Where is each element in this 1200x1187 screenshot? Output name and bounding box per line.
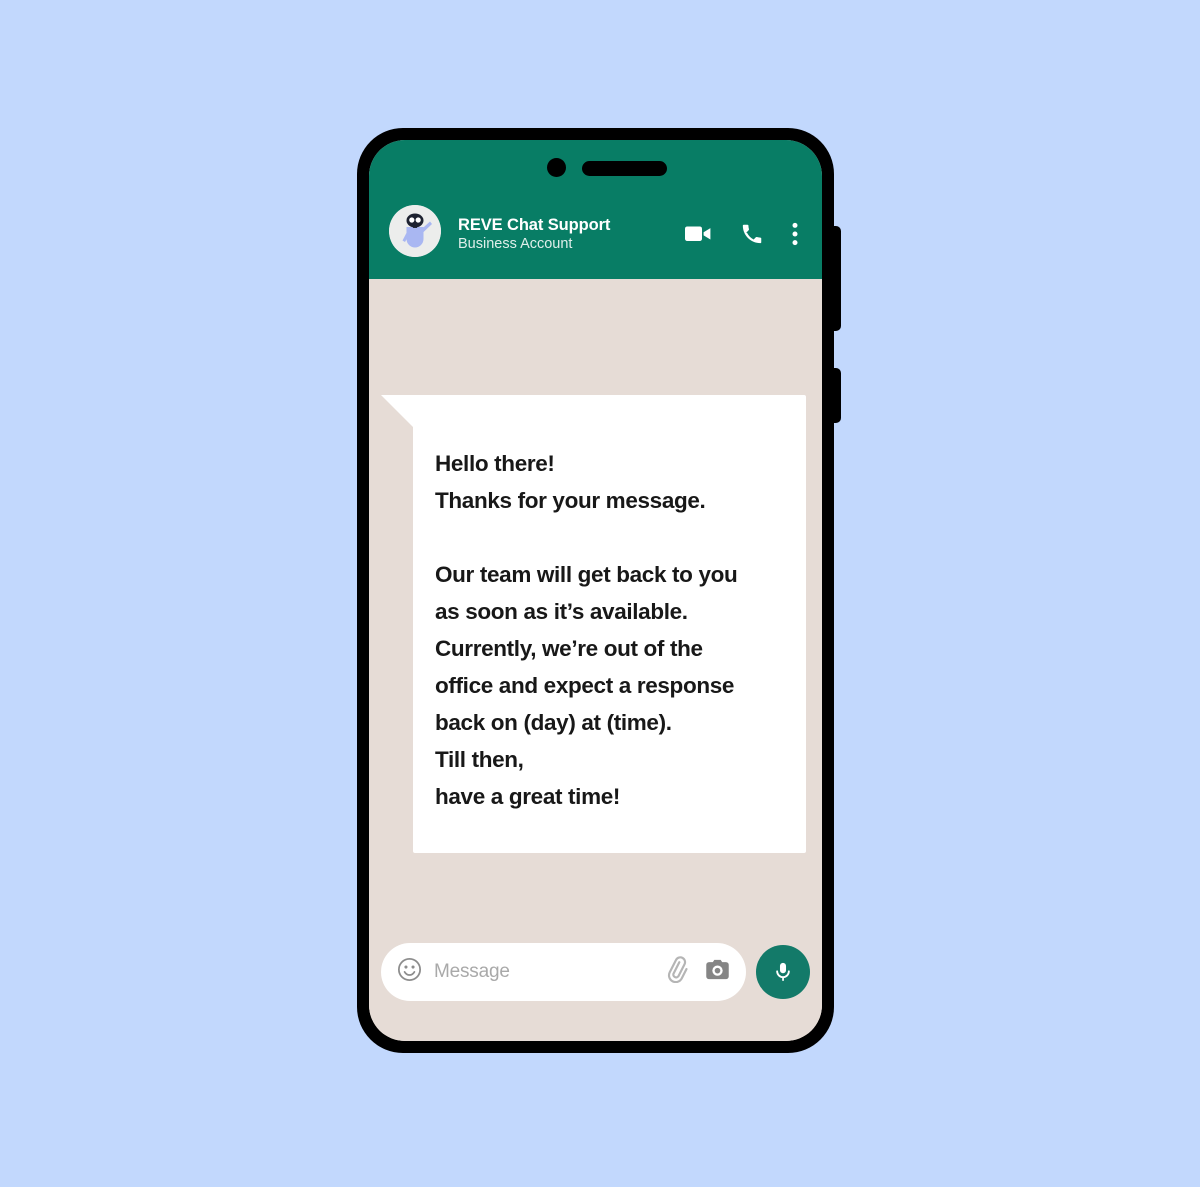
voice-record-button[interactable]	[756, 945, 810, 999]
message-line: Currently, we’re out of the	[435, 636, 703, 661]
message-line: back on (day) at (time).	[435, 710, 672, 735]
message-composer: Message	[369, 943, 822, 1001]
message-line: Our team will get back to you	[435, 562, 738, 587]
video-call-icon[interactable]	[685, 224, 712, 249]
voice-call-icon[interactable]	[741, 223, 763, 250]
camera-icon[interactable]	[704, 956, 731, 988]
contact-subtitle: Business Account	[458, 236, 573, 252]
chat-header: REVE Chat Support Business Account	[369, 140, 822, 279]
bubble-tail	[381, 395, 413, 427]
message-input-placeholder[interactable]: Message	[434, 961, 663, 983]
message-line: Till then,	[435, 747, 524, 772]
incoming-message-bubble[interactable]: Hello there! Thanks for your message. Ou…	[381, 395, 806, 853]
header-actions	[685, 222, 802, 257]
incoming-message-row: Hello there! Thanks for your message. Ou…	[381, 395, 806, 853]
chat-message-list: Hello there! Thanks for your message. Ou…	[369, 279, 822, 1041]
contact-info[interactable]: REVE Chat Support Business Account	[458, 215, 685, 257]
attach-paperclip-icon[interactable]	[663, 956, 690, 988]
chatbot-robot-avatar-icon	[389, 205, 441, 257]
message-line: Thanks for your message.	[435, 488, 706, 513]
phone-screen: REVE Chat Support Business Account Hello…	[369, 140, 822, 1041]
message-line: as soon as it’s available.	[435, 599, 688, 624]
contact-name: REVE Chat Support	[458, 216, 611, 234]
message-line: office and expect a response	[435, 673, 735, 698]
message-input-pill[interactable]: Message	[381, 943, 746, 1001]
phone-device-frame: REVE Chat Support Business Account Hello…	[357, 128, 841, 1053]
emoji-smiley-icon[interactable]	[397, 957, 422, 987]
avatar[interactable]	[389, 205, 441, 257]
message-line: have a great time!	[435, 784, 621, 809]
message-line-blank	[435, 519, 806, 556]
volume-button[interactable]	[831, 226, 841, 331]
message-line: Hello there!	[435, 451, 555, 476]
more-options-icon[interactable]	[792, 222, 798, 251]
microphone-icon	[776, 962, 790, 981]
power-button[interactable]	[831, 368, 841, 423]
